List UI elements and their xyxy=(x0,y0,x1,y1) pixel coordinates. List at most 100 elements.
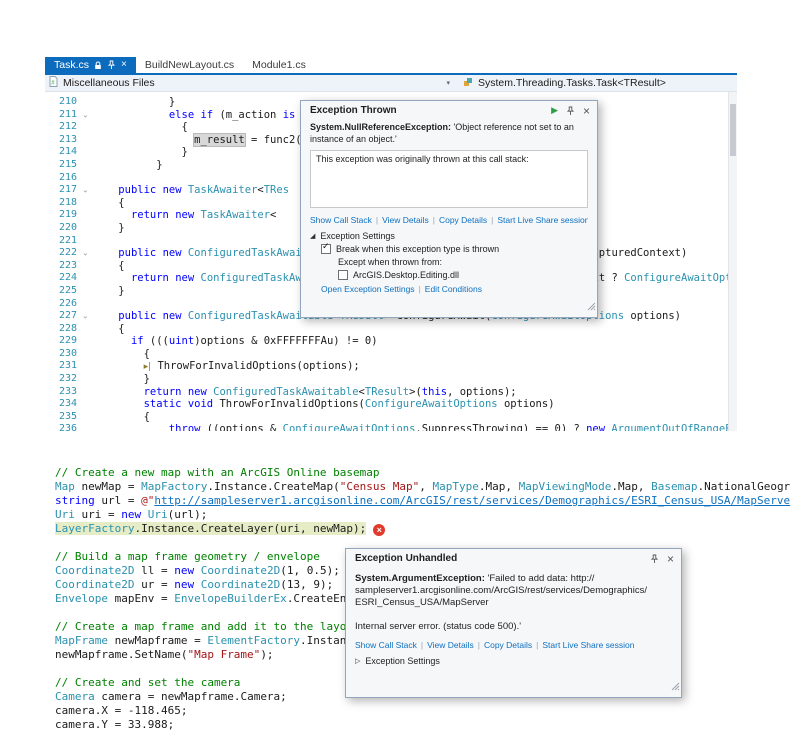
view-details-link[interactable]: View Details xyxy=(382,215,429,225)
open-exception-settings-link[interactable]: Open Exception Settings xyxy=(321,284,415,294)
exception-thrown-popup: Exception Thrown ▶ × System.NullReferenc… xyxy=(300,100,598,318)
navigation-bar: # Miscellaneous Files ▾ System.Threading… xyxy=(45,75,737,92)
link-separator: | xyxy=(418,284,421,294)
fold-margin xyxy=(77,386,93,399)
link-separator: | xyxy=(491,215,494,225)
callstack-text: This exception was originally thrown at … xyxy=(316,154,529,164)
pin-icon[interactable] xyxy=(107,60,116,70)
line-number: 236 xyxy=(58,423,77,431)
error-icon[interactable]: × xyxy=(373,524,386,536)
dll-checkbox[interactable] xyxy=(338,270,348,280)
continue-execution-icon[interactable]: ▶ xyxy=(551,106,558,116)
fold-margin xyxy=(77,222,93,235)
fold-chevron-icon[interactable]: › xyxy=(77,184,93,197)
fold-margin xyxy=(77,373,93,386)
code-text: { xyxy=(93,347,150,360)
editor-line[interactable]: 232 } xyxy=(45,373,737,386)
copy-details-link[interactable]: Copy Details xyxy=(439,215,487,225)
line-number: 231 xyxy=(58,360,77,372)
exception-settings-expander[interactable]: ▷ Exception Settings xyxy=(355,656,672,666)
code-text: } xyxy=(93,158,163,171)
fold-margin xyxy=(77,411,93,424)
fold-chevron-icon[interactable]: › xyxy=(77,109,93,122)
fold-margin xyxy=(77,298,93,311)
popup-header: Exception Unhandled × xyxy=(346,549,681,568)
check-icon: ✓ xyxy=(322,242,330,252)
exception-settings-expander[interactable]: ◢ Exception Settings xyxy=(310,231,588,241)
popup-title: Exception Unhandled xyxy=(355,553,458,564)
resize-grip[interactable] xyxy=(671,678,680,696)
line-number: 223 xyxy=(58,259,77,271)
line-number: 214 xyxy=(58,146,77,158)
tab-label: Module1.cs xyxy=(252,59,306,71)
editor-line[interactable]: 230 { xyxy=(45,348,737,361)
class-icon xyxy=(463,77,473,90)
edit-conditions-link[interactable]: Edit Conditions xyxy=(425,284,482,294)
link-separator: | xyxy=(432,215,435,225)
code-text: } xyxy=(93,221,125,234)
break-when-thrown-row: ✓ Break when this exception type is thro… xyxy=(321,242,588,254)
editor-line[interactable]: 236 throw ((options & ConfigureAwaitOpti… xyxy=(45,423,737,431)
tab-task-cs[interactable]: Task.cs × xyxy=(45,57,136,73)
snippet-line[interactable]: Uri uri = new Uri(url); xyxy=(55,508,796,522)
tab-module1-cs[interactable]: Module1.cs xyxy=(243,57,315,73)
snippet-line[interactable]: LayerFactory.Instance.CreateLayer(uri, n… xyxy=(55,522,796,536)
line-number: 218 xyxy=(58,196,77,208)
tab-buildnewlayout-cs[interactable]: BuildNewLayout.cs xyxy=(136,57,243,73)
copy-details-link[interactable]: Copy Details xyxy=(484,640,532,650)
code-text: return new TaskAwaiter< xyxy=(130,209,277,222)
member-name: System.Threading.Tasks.Task<TResult> xyxy=(478,77,666,89)
show-call-stack-link[interactable]: Show Call Stack xyxy=(310,215,372,225)
snippet-line[interactable]: camera.Y = 33.988; xyxy=(55,718,796,732)
start-live-share-session-link[interactable]: Start Live Share session xyxy=(497,215,588,225)
line-number: 211 xyxy=(58,108,77,120)
fold-margin xyxy=(77,121,93,134)
code-text: m_result = func2(m xyxy=(193,132,308,147)
break-checkbox[interactable]: ✓ xyxy=(321,242,331,254)
vertical-scrollbar[interactable] xyxy=(728,92,737,431)
snippet-line[interactable]: string url = @"http://sampleserver1.arcg… xyxy=(55,494,796,508)
start-live-share-session-link[interactable]: Start Live Share session xyxy=(542,640,634,650)
close-icon[interactable]: × xyxy=(667,553,674,565)
snippet-line[interactable]: // Create a new map with an ArcGIS Onlin… xyxy=(55,466,796,480)
pin-icon[interactable] xyxy=(566,106,575,116)
editor-line[interactable]: 229 if (((uint)options & 0xFFFFFFFAu) !=… xyxy=(45,335,737,348)
line-number: 234 xyxy=(58,398,77,410)
editor-line[interactable]: 233 return new ConfiguredTaskAwaitable<T… xyxy=(45,386,737,399)
link-separator: | xyxy=(477,640,480,650)
tab-label: Task.cs xyxy=(54,59,90,71)
editor-line[interactable]: 231 ▸| ThrowForInvalidOptions(options); xyxy=(45,360,737,373)
expander-collapsed-icon: ▷ xyxy=(355,657,361,665)
editor-line[interactable]: 235 { xyxy=(45,411,737,424)
pin-icon[interactable] xyxy=(650,554,659,564)
resize-grip[interactable] xyxy=(587,298,596,316)
show-call-stack-link[interactable]: Show Call Stack xyxy=(355,640,417,650)
close-icon[interactable]: × xyxy=(121,60,127,70)
scrollbar-thumb[interactable] xyxy=(730,104,736,156)
code-text: if (((uint)options & 0xFFFFFFFAu) != 0) xyxy=(130,335,378,348)
expander-expanded-icon: ◢ xyxy=(310,232,316,240)
fold-margin xyxy=(77,360,93,373)
code-text: } xyxy=(93,373,150,386)
fold-margin xyxy=(77,172,93,185)
snippet-line[interactable]: camera.X = -118.465; xyxy=(55,704,796,718)
chevron-down-icon[interactable]: ▾ xyxy=(446,79,450,87)
editor-line[interactable]: 228 { xyxy=(45,323,737,336)
fold-chevron-icon[interactable]: › xyxy=(77,247,93,260)
code-text: { xyxy=(93,410,150,423)
project-dropdown[interactable]: # Miscellaneous Files ▾ xyxy=(45,76,455,90)
link-separator: | xyxy=(420,640,424,650)
popup-title: Exception Thrown xyxy=(310,105,397,116)
editor-line[interactable]: 234 static void ThrowForInvalidOptions(C… xyxy=(45,398,737,411)
member-dropdown[interactable]: System.Threading.Tasks.Task<TResult> xyxy=(455,77,666,90)
snippet-line[interactable]: Map newMap = MapFactory.Instance.CreateM… xyxy=(55,480,796,494)
line-number: 219 xyxy=(58,209,77,221)
close-icon[interactable]: × xyxy=(583,105,590,117)
line-number: 229 xyxy=(58,335,77,347)
line-number: 217 xyxy=(58,184,77,196)
view-details-link[interactable]: View Details xyxy=(427,640,474,650)
fold-margin xyxy=(77,260,93,273)
fold-margin xyxy=(77,96,93,109)
fold-chevron-icon[interactable]: › xyxy=(77,310,93,323)
fold-margin xyxy=(77,272,93,285)
